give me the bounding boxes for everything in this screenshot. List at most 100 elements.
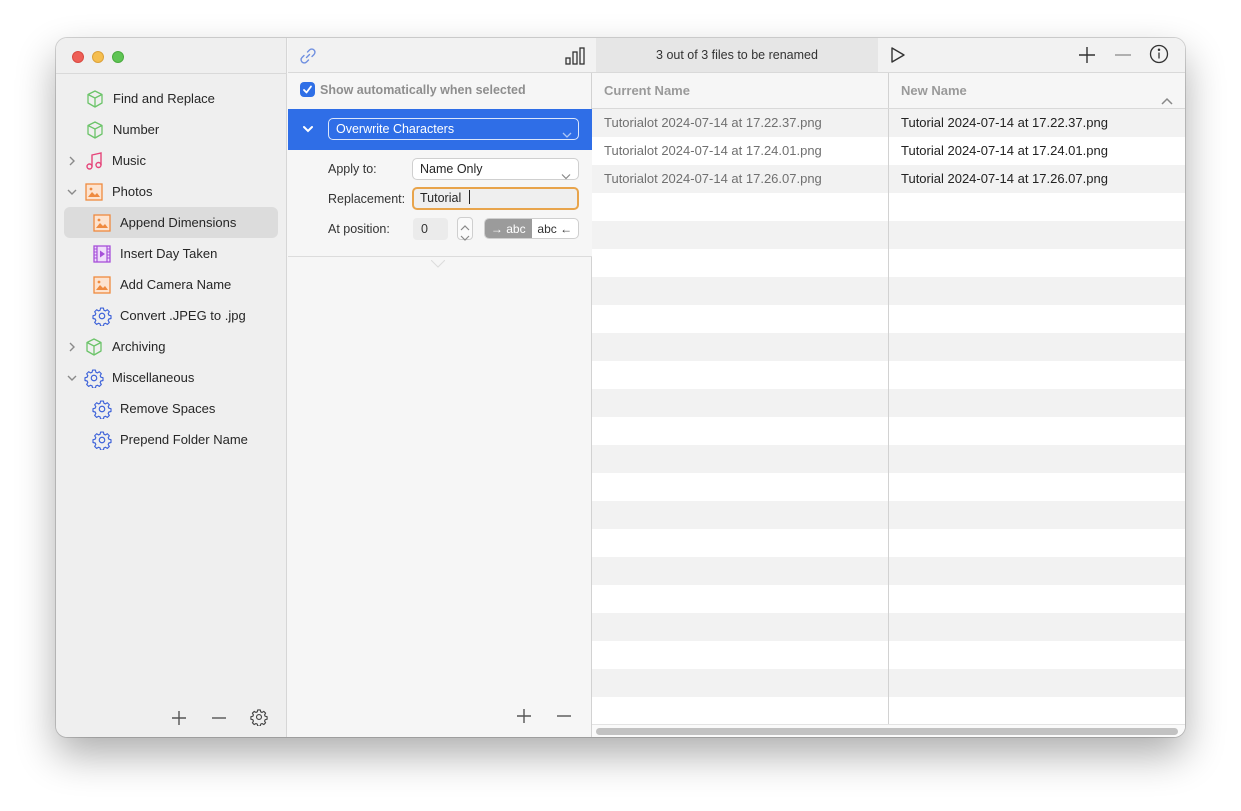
column-header-current-name[interactable]: Current Name (592, 73, 889, 122)
remove-rule-button[interactable] (555, 707, 573, 725)
new-name-cell (889, 249, 1185, 277)
gear-icon (250, 708, 268, 729)
window-controls (72, 51, 124, 63)
rule-type-select[interactable]: Overwrite Characters (328, 118, 579, 140)
sidebar-item-label: Archiving (112, 339, 166, 354)
apply-to-label: Apply to: (328, 162, 377, 176)
sidebar-item-find-and-replace[interactable]: Find and Replace (56, 83, 287, 114)
sidebar-item-prepend-folder-name[interactable]: Prepend Folder Name (56, 424, 287, 455)
direction-forward-segment[interactable]: → abc (485, 219, 532, 238)
sidebar-item-insert-day-taken[interactable]: Insert Day Taken (56, 238, 287, 269)
empty-row (592, 697, 1185, 724)
empty-row (592, 529, 1185, 557)
stepper-up-icon[interactable] (460, 220, 470, 231)
add-rule-button[interactable] (515, 707, 533, 725)
info-icon (1149, 44, 1169, 67)
files-pane: 3 out of 3 files to be renamed Current N… (592, 38, 1185, 737)
chevron-down-icon[interactable] (302, 123, 314, 135)
current-name-cell: Tutorialot 2024-07-14 at 17.24.01.png (592, 137, 889, 165)
current-name-cell (592, 389, 889, 417)
new-name-cell (889, 333, 1185, 361)
table-row[interactable]: Tutorialot 2024-07-14 at 17.24.01.png Tut… (592, 137, 1185, 165)
empty-row (592, 473, 1185, 501)
sidebar-item-music[interactable]: Music (56, 145, 287, 176)
add-preset-button[interactable] (170, 709, 188, 727)
position-stepper[interactable] (457, 217, 473, 241)
apply-to-value: Name Only (420, 162, 483, 176)
replacement-value: Tutorial (420, 191, 465, 205)
remove-preset-button[interactable] (210, 709, 228, 727)
sidebar: Find and Replace Number Music Photos App… (56, 38, 287, 737)
direction-backward-segment[interactable]: abc ← (532, 219, 579, 238)
show-automatically-checkbox[interactable]: Show automatically when selected (300, 82, 526, 97)
empty-row (592, 361, 1185, 389)
table-row[interactable]: Tutorialot 2024-07-14 at 17.22.37.png Tut… (592, 109, 1185, 137)
sidebar-item-label: Find and Replace (113, 91, 215, 106)
replacement-input[interactable]: Tutorial (412, 187, 579, 210)
apply-to-select[interactable]: Name Only (412, 158, 579, 180)
scrollbar-thumb[interactable] (596, 728, 1178, 735)
show-automatically-label: Show automatically when selected (320, 82, 526, 97)
chevron-down-icon[interactable] (67, 373, 77, 383)
settings-button[interactable] (250, 708, 268, 729)
sidebar-item-photos[interactable]: Photos (56, 176, 287, 207)
info-button[interactable] (1149, 44, 1169, 67)
rename-play-button[interactable] (889, 46, 907, 64)
zoom-button[interactable] (112, 51, 124, 63)
new-name-cell (889, 585, 1185, 613)
stepper-down-icon[interactable] (460, 230, 470, 241)
chevron-down-icon[interactable] (67, 187, 77, 197)
table-row[interactable]: Tutorialot 2024-07-14 at 17.26.07.png Tut… (592, 165, 1185, 193)
new-name-cell (889, 417, 1185, 445)
new-name-cell (889, 501, 1185, 529)
resize-grip-icon[interactable] (879, 99, 887, 122)
horizontal-scrollbar[interactable] (592, 724, 1185, 737)
current-name-cell (592, 361, 889, 389)
new-name-cell (889, 389, 1185, 417)
empty-row (592, 613, 1185, 641)
cube-icon (85, 120, 105, 140)
new-name-cell (889, 473, 1185, 501)
sidebar-item-number[interactable]: Number (56, 114, 287, 145)
position-input[interactable]: 0 (413, 218, 448, 240)
new-name-cell: Tutorial 2024-07-14 at 17.26.07.png (901, 171, 1108, 186)
current-name-cell: Tutorialot 2024-07-14 at 17.22.37.png (592, 109, 889, 137)
photo-icon (84, 182, 104, 202)
sidebar-item-remove-spaces[interactable]: Remove Spaces (56, 393, 287, 424)
link-icon[interactable] (298, 46, 318, 66)
remove-files-button[interactable] (1113, 45, 1133, 65)
rule-type-value: Overwrite Characters (336, 122, 455, 136)
rules-pane: Show automatically when selected Overwri… (288, 38, 592, 737)
close-button[interactable] (72, 51, 84, 63)
new-name-cell (889, 697, 1185, 724)
replacement-label: Replacement: (328, 192, 406, 206)
sidebar-item-add-camera-name[interactable]: Add Camera Name (56, 269, 287, 300)
current-name-cell (592, 249, 889, 277)
new-name-cell (889, 557, 1185, 585)
empty-row (592, 389, 1185, 417)
sidebar-item-miscellaneous[interactable]: Miscellaneous (56, 362, 287, 393)
cube-icon (85, 89, 105, 109)
gear-icon (92, 430, 112, 450)
files-tools (1077, 44, 1169, 67)
sidebar-footer (170, 708, 268, 729)
chevron-right-icon[interactable] (67, 156, 77, 166)
empty-row (592, 277, 1185, 305)
new-name-cell (889, 305, 1185, 333)
sidebar-item-append-dimensions[interactable]: Append Dimensions (56, 207, 287, 238)
sidebar-item-label: Number (113, 122, 160, 137)
position-label: At position: (328, 222, 390, 236)
rule-header: Overwrite Characters (288, 109, 592, 150)
empty-row (592, 249, 1185, 277)
minimize-button[interactable] (92, 51, 104, 63)
sidebar-item-convert-jpeg[interactable]: Convert .JPEG to .jpg (56, 300, 287, 331)
bar-chart-icon[interactable] (564, 46, 586, 66)
disclosure-notch-icon (430, 256, 446, 268)
add-files-button[interactable] (1077, 45, 1097, 65)
current-name-cell (592, 277, 889, 305)
resize-grip-icon[interactable] (1176, 99, 1184, 122)
checkmark-icon[interactable] (300, 82, 315, 97)
sidebar-item-archiving[interactable]: Archiving (56, 331, 287, 362)
chevron-right-icon[interactable] (67, 342, 77, 352)
column-header-new-name[interactable]: New Name (889, 73, 1185, 122)
